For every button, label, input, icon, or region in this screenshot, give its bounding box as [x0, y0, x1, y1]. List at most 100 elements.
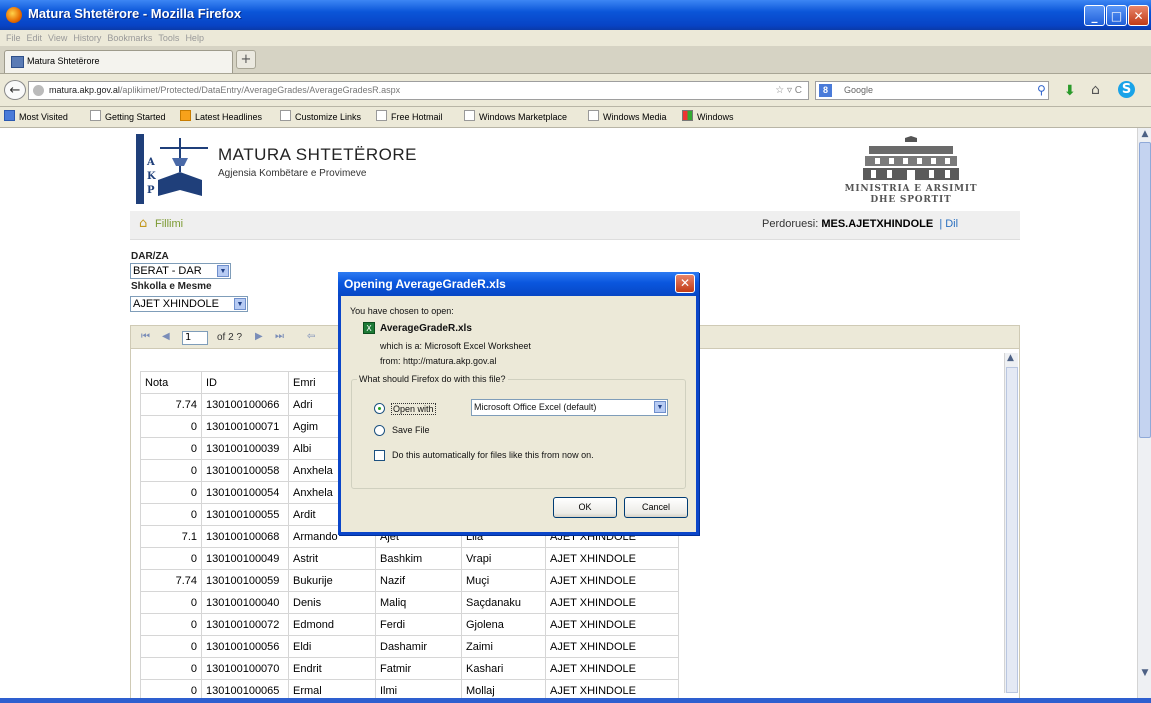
- table-cell: AJET XHINDOLE: [545, 591, 679, 614]
- table-cell: 0: [140, 591, 202, 614]
- prev-page-button[interactable]: ◀: [162, 331, 170, 342]
- bookmark-customize-links[interactable]: Customize Links: [280, 107, 361, 127]
- bookmark-windows-media[interactable]: Windows Media: [588, 107, 667, 127]
- maximize-button[interactable]: □: [1106, 5, 1127, 26]
- next-page-button[interactable]: ▶: [255, 331, 263, 342]
- ministry-name-line1: MINISTRIA E ARSIMIT: [844, 184, 978, 194]
- table-cell: Bukurije: [288, 569, 376, 592]
- site-title: MATURA SHTETËRORE: [218, 145, 417, 164]
- menu-view[interactable]: View: [48, 33, 67, 43]
- menu-tools[interactable]: Tools: [158, 33, 179, 43]
- scroll-up-icon[interactable]: ▲: [1007, 353, 1014, 363]
- table-cell: 0: [140, 481, 202, 504]
- skype-icon[interactable]: S: [1118, 81, 1135, 98]
- bookmark-windows-marketplace[interactable]: Windows Marketplace: [464, 107, 567, 127]
- table-cell: 130100100040: [201, 591, 289, 614]
- menu-bar: File Edit View History Bookmarks Tools Help: [0, 30, 1151, 46]
- tab-matura[interactable]: Matura Shtetërore: [4, 50, 233, 73]
- table-cell: Kashari: [461, 657, 546, 680]
- bookmark-getting-started[interactable]: Getting Started: [90, 107, 166, 127]
- site-nav-strip: ⌂ Fillimi Perdoruesi: MES.AJETXHINDOLE |…: [130, 211, 1020, 240]
- menu-history[interactable]: History: [73, 33, 101, 43]
- table-row: 0 130100100072 Edmond Ferdi Gjolena AJET XHIN…: [140, 613, 679, 636]
- page-number-input[interactable]: 1: [182, 331, 208, 345]
- open-with-app-select[interactable]: Microsoft Office Excel (default) ▼: [471, 399, 668, 416]
- bookmark-most-visited[interactable]: Most Visited: [4, 107, 68, 127]
- save-file-label[interactable]: Save File: [392, 425, 430, 435]
- last-page-button[interactable]: ⏭: [275, 331, 284, 342]
- header-id: ID: [201, 371, 289, 394]
- dialog-close-button[interactable]: ✕: [675, 274, 695, 293]
- site-subtitle: Agjensia Kombëtare e Provimeve: [218, 168, 367, 179]
- akp-logo: A K P: [136, 134, 208, 204]
- minimize-button[interactable]: _: [1084, 5, 1105, 26]
- table-row: 0 130100100040 Denis Maliq Saçdanaku AJET XHI…: [140, 591, 679, 614]
- search-bar[interactable]: 8 Google: [815, 81, 1049, 100]
- bookmark-free-hotmail[interactable]: Free Hotmail: [376, 107, 443, 127]
- cancel-button[interactable]: Cancel: [624, 497, 688, 518]
- site-header: A K P MATURA SHTETËRORE Agjensia Kombëta…: [130, 128, 1020, 211]
- separator: |: [939, 218, 943, 230]
- table-cell: 0: [140, 437, 202, 460]
- open-with-label[interactable]: Open with: [391, 403, 436, 415]
- district-value: BERAT - DAR: [133, 265, 202, 277]
- open-with-radio[interactable]: [374, 403, 385, 414]
- table-cell: Mollaj: [461, 679, 546, 698]
- new-tab-button[interactable]: +: [236, 50, 256, 69]
- table-cell: 130100100059: [201, 569, 289, 592]
- table-cell: Ferdi: [375, 613, 462, 636]
- school-value: AJET XHINDOLE: [133, 298, 219, 310]
- page-scroll-thumb[interactable]: [1139, 142, 1151, 438]
- back-button[interactable]: ←: [4, 80, 26, 100]
- table-cell: Vrapi: [461, 547, 546, 570]
- page-scrollbar[interactable]: ▲ ▼: [1137, 128, 1151, 698]
- scroll-down-icon[interactable]: ▼: [1139, 668, 1151, 681]
- report-scrollbar[interactable]: ▲: [1004, 353, 1018, 693]
- ok-button[interactable]: OK: [553, 497, 617, 518]
- page-count: of 2 ?: [217, 332, 243, 343]
- bookmark-star-icon[interactable]: ☆ ▿ C: [775, 82, 802, 99]
- bookmark-latest-headlines[interactable]: Latest Headlines: [180, 107, 262, 127]
- home-link[interactable]: Fillimi: [155, 218, 183, 230]
- back-to-parent-button[interactable]: ⇦: [307, 331, 315, 342]
- menu-edit[interactable]: Edit: [27, 33, 43, 43]
- url-bar[interactable]: matura.akp.gov.al/aplikimet/Protected/Da…: [28, 81, 809, 100]
- table-cell: AJET XHINDOLE: [545, 635, 679, 658]
- bookmark-windows[interactable]: Windows: [682, 107, 734, 127]
- table-cell: Gjolena: [461, 613, 546, 636]
- search-icon[interactable]: ⚲: [1037, 83, 1046, 97]
- table-cell: 130100100055: [201, 503, 289, 526]
- dialog-file-name: AverageGradeR.xls: [380, 323, 472, 334]
- dialog-title: Opening AverageGradeR.xls: [344, 277, 506, 291]
- menu-bookmarks[interactable]: Bookmarks: [107, 33, 152, 43]
- first-page-button[interactable]: ⏮: [141, 331, 150, 342]
- close-window-button[interactable]: ✕: [1128, 5, 1149, 26]
- district-select[interactable]: BERAT - DAR ▼: [130, 263, 231, 279]
- firefox-icon: [6, 7, 22, 23]
- report-scroll-thumb[interactable]: [1006, 367, 1018, 693]
- logout-link[interactable]: Dil: [945, 218, 958, 230]
- url-text: matura.akp.gov.al/aplikimet/Protected/Da…: [49, 82, 400, 99]
- save-file-radio[interactable]: [374, 425, 385, 436]
- scroll-up-icon[interactable]: ▲: [1139, 129, 1151, 142]
- download-dialog: Opening AverageGradeR.xls ✕ You have cho…: [338, 272, 699, 535]
- user-info: Perdoruesi: MES.AJETXHINDOLE | Dil: [762, 218, 958, 230]
- table-cell: Bashkim: [375, 547, 462, 570]
- excel-file-icon: X: [363, 322, 375, 334]
- logo-letter-a: A: [146, 157, 155, 168]
- table-cell: Nazif: [375, 569, 462, 592]
- chevron-down-icon: ▼: [654, 401, 666, 413]
- home-icon[interactable]: ⌂: [1091, 82, 1100, 98]
- home-icon[interactable]: ⌂: [139, 216, 147, 231]
- google-icon[interactable]: 8: [819, 84, 832, 97]
- table-cell: 0: [140, 657, 202, 680]
- menu-file[interactable]: File: [6, 33, 21, 43]
- download-icon[interactable]: ⬇: [1064, 83, 1076, 99]
- auto-label[interactable]: Do this automatically for files like thi…: [392, 450, 594, 460]
- menu-help[interactable]: Help: [185, 33, 204, 43]
- school-select[interactable]: AJET XHINDOLE ▼: [130, 296, 248, 312]
- auto-checkbox[interactable]: [374, 450, 385, 461]
- page-favicon-icon: [11, 56, 24, 68]
- table-cell: 130100100068: [201, 525, 289, 548]
- dialog-question: What should Firefox do with this file?: [357, 374, 508, 384]
